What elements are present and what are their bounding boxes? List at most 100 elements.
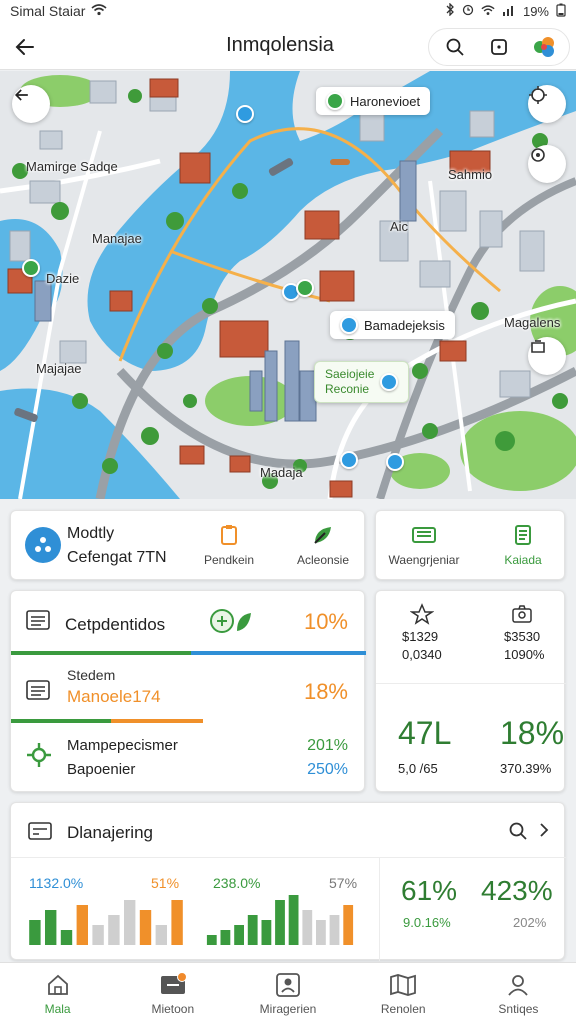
- map-pin-icon: [340, 316, 358, 334]
- profile-icon: [508, 974, 529, 996]
- crosshair-icon: [529, 86, 547, 104]
- nav-item-map[interactable]: Renolen: [346, 963, 461, 1024]
- battery-label: 19%: [522, 3, 549, 19]
- sun-gear-icon: [27, 743, 51, 767]
- chart-bar: [60, 930, 73, 945]
- side-small-value-2: 370.39%: [500, 761, 552, 776]
- chart-side-small-2: 202%: [513, 915, 547, 930]
- clipboard-icon: [221, 525, 237, 545]
- callout-line2: Reconie: [325, 382, 370, 396]
- chart-side-small-1: 9.0.16%: [403, 915, 451, 930]
- map-view[interactable]: Haronevioet Bamadejeksis Saeiojeie Recon…: [0, 71, 576, 499]
- bar-chart-left: [29, 900, 183, 945]
- map-callout-green[interactable]: Saeiojeie Reconie: [314, 361, 410, 403]
- chart-mid-value: 238.0%: [213, 875, 261, 891]
- chart-bar: [139, 910, 152, 945]
- action-tile-pendkein[interactable]: Pendkein: [197, 523, 261, 567]
- brand-logo-button[interactable]: [523, 30, 563, 64]
- side-col2-line1: $3530: [504, 629, 541, 644]
- chart-side-big-1: 61%: [401, 875, 458, 906]
- side-col1-line1: $1329: [402, 629, 439, 644]
- chart-bar: [302, 910, 313, 945]
- side-big-value-2: 18%: [500, 715, 565, 751]
- map-callout-top[interactable]: Haronevioet: [316, 87, 431, 115]
- map-pin-icon[interactable]: [22, 259, 40, 277]
- map-pin-icon[interactable]: [386, 453, 404, 471]
- action-tile-waengrjeniar[interactable]: Waengrjeniar: [384, 523, 464, 567]
- chart-bar: [29, 920, 41, 945]
- card-title: Modtly: [67, 525, 115, 542]
- map-back-button[interactable]: [12, 85, 50, 123]
- cash-icon: [412, 527, 436, 543]
- chart-bar: [275, 900, 285, 945]
- bottom-navigation: Mala Mietoon Miragerien Renolen Sntiqes: [0, 962, 576, 1024]
- leaf-icon: [314, 527, 331, 544]
- map-compass-button[interactable]: [528, 145, 566, 183]
- camera-bag-icon: [512, 605, 532, 623]
- stat-row1-title: Cetpdentidos: [65, 615, 166, 634]
- divider: [11, 857, 566, 858]
- map-pin-icon[interactable]: [296, 279, 314, 297]
- map-layers-button[interactable]: [528, 337, 566, 375]
- chart-bar: [288, 895, 299, 945]
- chart-search-button[interactable]: [508, 821, 528, 846]
- side-col1-line2: 0,0340: [402, 647, 442, 662]
- app-bar: Inmqolensia: [0, 22, 576, 70]
- map-label-district: Aic: [390, 219, 409, 234]
- map-pin-icon[interactable]: [236, 105, 254, 123]
- map-pin-icon: [326, 92, 344, 110]
- signal-icon: [502, 4, 516, 19]
- stat-row3-title: Mampepecismer: [67, 737, 178, 754]
- quick-actions-card-right: Waengrjeniar Kaiada: [375, 510, 565, 580]
- chart-bar: [329, 915, 340, 945]
- bar-chart-mid: [206, 895, 354, 945]
- square-button[interactable]: [479, 30, 519, 64]
- stats-side-card: $1329 0,0340 $3530 1090% 47L 18% 5,0 /65…: [375, 590, 566, 792]
- search-button[interactable]: [435, 30, 475, 64]
- map-label-district: Madaja: [260, 465, 303, 480]
- star-outline-icon: [410, 603, 434, 625]
- divider: [376, 683, 566, 684]
- nav-item-profile[interactable]: Sntiqes: [461, 963, 576, 1024]
- tile-label: Waengrjeniar: [388, 553, 460, 567]
- map-callout-right[interactable]: Bamadejeksis: [330, 311, 455, 339]
- search-icon: [446, 38, 464, 56]
- progress-segment: [11, 719, 111, 723]
- document-list-icon: [515, 525, 531, 545]
- chart-bar: [92, 925, 104, 945]
- nav-label: Mala: [44, 1001, 71, 1016]
- stat-row3-subtitle: Bapoenier: [67, 761, 136, 778]
- chart-bar: [220, 930, 231, 945]
- action-tile-kaiada[interactable]: Kaiada: [488, 523, 558, 567]
- tile-label: Acleonsie: [296, 553, 350, 567]
- chart-bar: [247, 915, 258, 945]
- chart-bar: [76, 905, 88, 945]
- side-col2-line2: 1090%: [504, 647, 545, 662]
- progress-segment: [191, 651, 366, 655]
- wifi-icon: [91, 3, 107, 19]
- map-pin-icon[interactable]: [340, 451, 358, 469]
- list-icon: [26, 680, 50, 700]
- tile-label: Pendkein: [203, 553, 255, 567]
- nav-item-person[interactable]: Miragerien: [230, 963, 345, 1024]
- nav-item-home[interactable]: Mala: [0, 963, 115, 1024]
- square-icon: [491, 39, 507, 55]
- map-pin-icon: [380, 373, 399, 391]
- chart-bar: [155, 925, 167, 945]
- callout-line1: Saeiojeie: [325, 367, 375, 381]
- side-big-value-1: 47L: [398, 715, 452, 751]
- action-tile-acleonsie[interactable]: Acleonsie: [291, 523, 355, 567]
- chart-section-title: Dlanajering: [67, 823, 153, 842]
- alarm-icon: [462, 4, 474, 19]
- chart-card: Dlanajering 1132.0% 51% 238.0% 57% 61% 4…: [10, 802, 566, 961]
- callout-label: Bamadejeksis: [364, 317, 445, 333]
- stat-row2-subtitle: Manoele174: [67, 687, 161, 706]
- status-bar: Simal Staiar 19%: [0, 0, 576, 22]
- chart-expand-button[interactable]: [538, 821, 550, 844]
- stat-row2-title: Stedem: [67, 667, 116, 683]
- nav-item-ticket[interactable]: Mietoon: [115, 963, 230, 1024]
- map-locate-button[interactable]: [528, 85, 566, 123]
- chart-left-value-right: 51%: [151, 875, 180, 891]
- nav-label: Mietoon: [151, 1001, 195, 1016]
- search-icon: [509, 822, 527, 840]
